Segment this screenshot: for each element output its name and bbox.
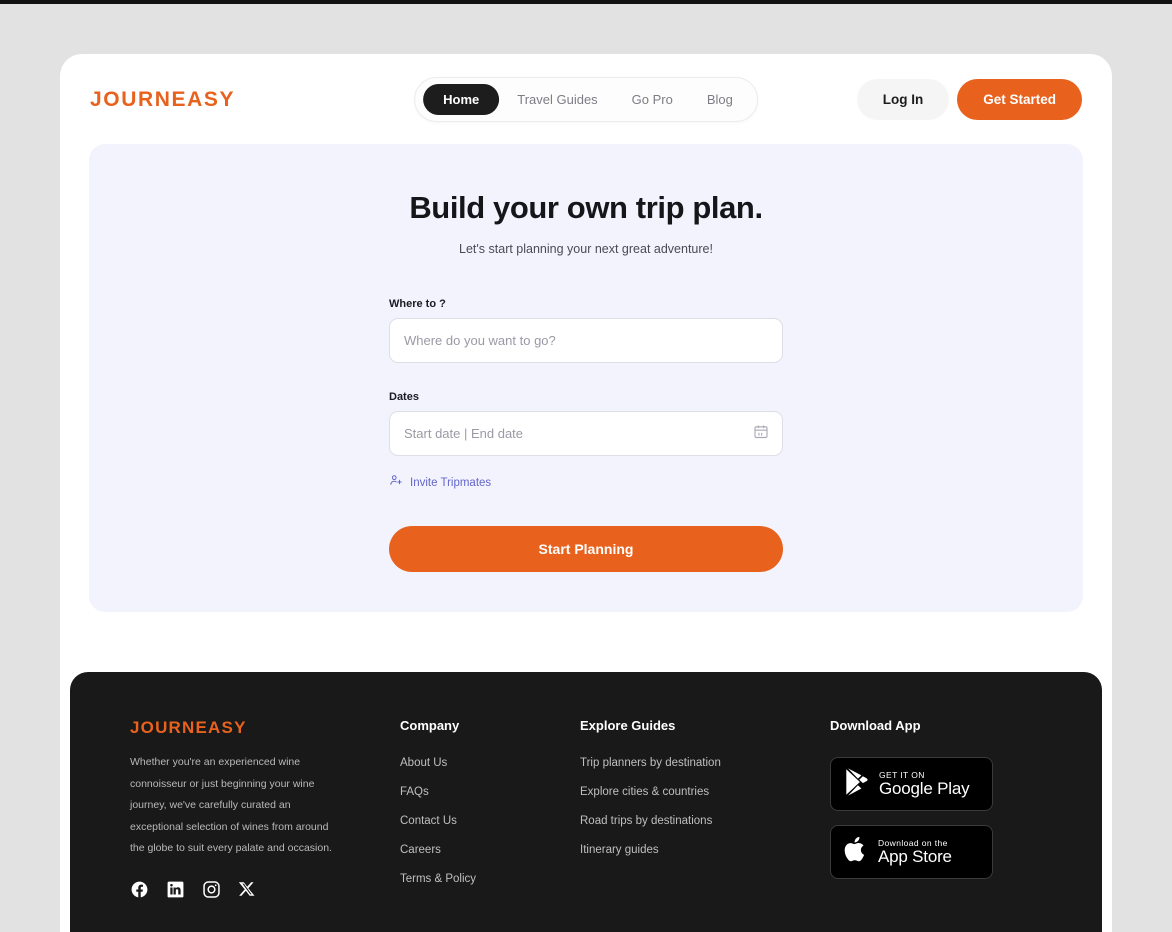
footer-link-itinerary-guides[interactable]: Itinerary guides [580,844,830,856]
footer-link-careers[interactable]: Careers [400,844,580,856]
page-title: Build your own trip plan. [409,190,763,225]
social-links [130,880,400,899]
app-store-big-label: App Store [878,846,952,866]
footer-explore-column: Explore Guides Trip planners by destinat… [580,718,830,902]
footer-company-column: Company About Us FAQs Contact Us Careers… [400,718,580,902]
destination-input[interactable] [389,318,783,363]
nav-item-travel-guides[interactable]: Travel Guides [501,84,613,115]
nav-item-home[interactable]: Home [423,83,500,115]
invite-tripmates-label: Invite Tripmates [410,476,492,489]
footer-link-explore-cities[interactable]: Explore cities & countries [580,786,830,798]
footer-link-contact-us[interactable]: Contact Us [400,815,580,827]
app-store-badge[interactable]: Download on the App Store [830,825,993,879]
page-subtitle: Let's start planning your next great adv… [459,242,713,256]
nav-item-go-pro[interactable]: Go Pro [616,84,689,115]
footer-description: Whether you're an experienced wine conno… [130,756,332,855]
google-play-big-label: Google Play [879,778,970,798]
footer-link-trip-planners[interactable]: Trip planners by destination [580,757,830,769]
x-icon[interactable] [238,880,256,899]
facebook-icon[interactable] [130,880,149,899]
page-card: JOURNEASY Home Travel Guides Go Pro Blog… [60,54,1112,932]
hero-section: Build your own trip plan. Let's start pl… [89,144,1083,612]
footer-download-column: Download App GET IT ON Google Play Downl… [830,718,995,902]
company-heading: Company [400,718,460,733]
login-button[interactable]: Log In [856,78,950,120]
google-play-text: GET IT ON Google Play [879,770,970,798]
footer-link-road-trips[interactable]: Road trips by destinations [580,815,830,827]
trip-planner-form: Where to ? Dates [389,298,783,572]
site-footer: JOURNEASY Whether you're an experienced … [70,672,1102,932]
invite-tripmates-button[interactable]: Invite Tripmates [389,473,783,492]
where-to-label: Where to ? [389,298,446,310]
site-header: JOURNEASY Home Travel Guides Go Pro Blog… [60,54,1112,144]
header-actions: Log In Get Started [856,78,1082,120]
get-started-button[interactable]: Get Started [957,78,1082,120]
download-app-heading: Download App [830,718,921,733]
footer-brand-column: JOURNEASY Whether you're an experienced … [130,718,400,902]
footer-logo[interactable]: JOURNEASY [130,718,400,738]
dates-label: Dates [389,391,419,403]
start-planning-button[interactable]: Start Planning [389,526,783,572]
google-play-badge[interactable]: GET IT ON Google Play [830,757,993,811]
main-navigation: Home Travel Guides Go Pro Blog [414,76,758,122]
person-add-icon [389,473,403,492]
footer-link-about-us[interactable]: About Us [400,757,580,769]
browser-top-strip [0,0,1172,4]
linkedin-icon[interactable] [166,880,185,899]
explore-guides-heading: Explore Guides [580,718,676,733]
google-play-icon [843,767,869,801]
app-store-text: Download on the App Store [878,838,952,866]
apple-icon [843,835,868,869]
where-to-field-wrap [389,318,783,363]
brand-logo[interactable]: JOURNEASY [90,89,235,110]
footer-link-terms-policy[interactable]: Terms & Policy [400,873,580,885]
dates-input[interactable] [389,411,783,456]
footer-link-faqs[interactable]: FAQs [400,786,580,798]
nav-item-blog[interactable]: Blog [691,84,749,115]
instagram-icon[interactable] [202,880,221,899]
dates-field-wrap [389,411,783,456]
form-spacer [389,363,783,391]
